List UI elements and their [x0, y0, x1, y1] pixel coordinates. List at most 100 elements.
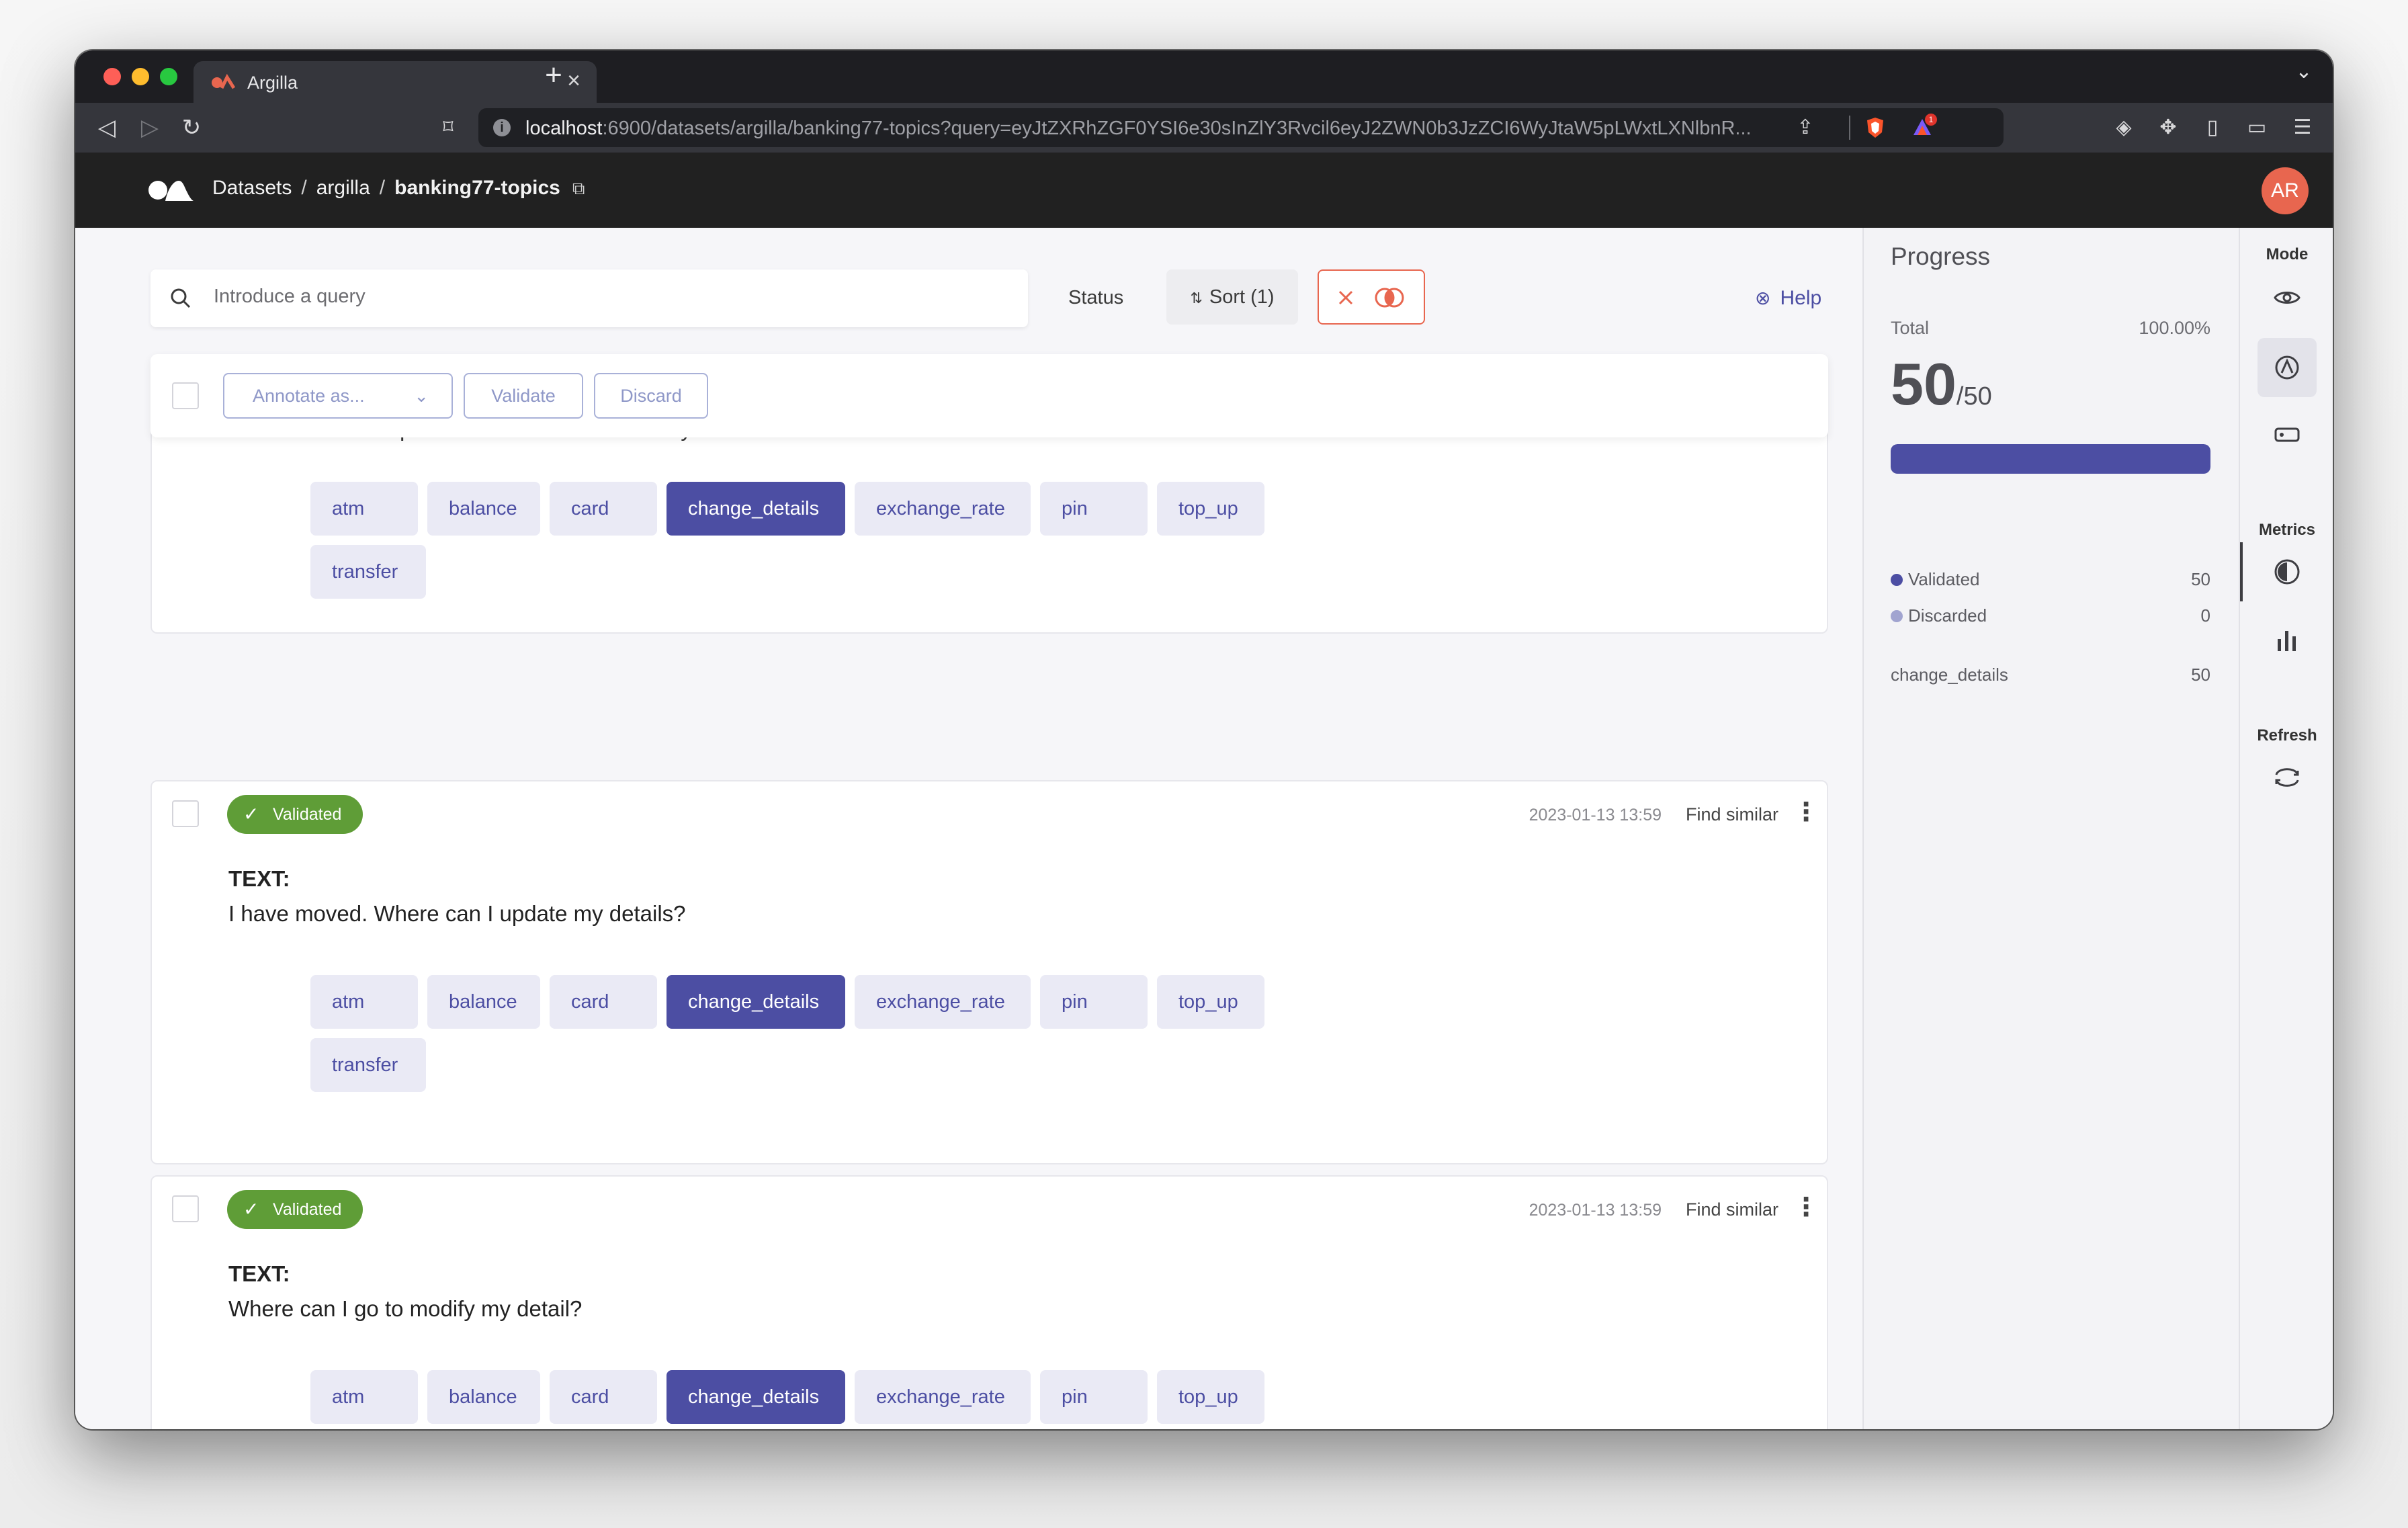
extension-icon[interactable]: ◈ [2107, 111, 2141, 144]
back-button[interactable]: ◁ [89, 110, 125, 146]
help-link[interactable]: ⊗ Help [1755, 287, 1821, 310]
label-chip[interactable]: exchange_rate [855, 482, 1031, 536]
status-badge: ✓ Validated [227, 1190, 363, 1229]
share-icon[interactable]: ⇪ [1789, 111, 1822, 144]
record-checkbox[interactable] [172, 800, 199, 827]
browser-window: Argilla × + ⌄ ◁ ▷ ↻ ⌑ i localhost:6900/d… [75, 50, 2333, 1429]
label-count-row: change_details 50 [1891, 665, 2210, 685]
side-nav: Mode Metrics Refresh [2239, 228, 2333, 1429]
progress-total-label: Total [1891, 318, 1930, 338]
bar-chart-icon [2278, 631, 2296, 651]
label-chip[interactable]: exchange_rate [855, 1370, 1031, 1424]
check-icon: ✓ [243, 1199, 259, 1220]
label-mode-button[interactable] [2258, 405, 2317, 464]
label-chip[interactable]: top_up [1157, 482, 1264, 536]
breadcrumb-datasets[interactable]: Datasets [212, 177, 292, 200]
zoom-window-button[interactable] [160, 68, 177, 85]
discard-button[interactable]: Discard [594, 373, 708, 419]
more-options-icon[interactable]: ⋮ [1793, 1194, 1819, 1224]
label-chip[interactable]: balance [427, 482, 540, 536]
label-chip-selected[interactable]: change_details [666, 975, 845, 1029]
explore-mode-button[interactable] [2258, 268, 2317, 327]
url-text[interactable]: localhost:6900/datasets/argilla/banking7… [525, 118, 1775, 140]
label-chip[interactable]: card [550, 1370, 657, 1424]
label-chip[interactable]: atm [310, 482, 418, 536]
label-chip[interactable]: transfer [310, 545, 426, 599]
help-icon: ⊗ [1755, 288, 1771, 308]
reload-button[interactable]: ↻ [173, 110, 210, 146]
label-chip[interactable]: atm [310, 975, 418, 1029]
address-bar[interactable]: i localhost:6900/datasets/argilla/bankin… [478, 108, 2004, 147]
check-icon: ✓ [243, 804, 259, 824]
clear-filters-button[interactable] [1318, 269, 1425, 325]
close-icon [1338, 290, 1353, 305]
label-chip[interactable]: pin [1040, 1370, 1148, 1424]
status-filter[interactable]: Status [1068, 287, 1123, 309]
search-icon [171, 288, 191, 308]
argilla-favicon-icon [212, 73, 235, 89]
new-tab-button[interactable]: + [533, 58, 574, 92]
menu-icon[interactable]: ☰ [2286, 111, 2319, 144]
breadcrumb: Datasets / argilla / banking77-topics ⧉ [212, 177, 585, 200]
close-window-button[interactable] [103, 68, 121, 85]
validated-row: Validated 50 [1891, 569, 2210, 590]
tab-strip: Argilla × + ⌄ [75, 50, 2333, 103]
minimize-window-button[interactable] [132, 68, 149, 85]
label-chip[interactable]: top_up [1157, 975, 1264, 1029]
sidebar-icon[interactable]: ▯ [2196, 111, 2229, 144]
bookmark-icon[interactable]: ⌑ [430, 110, 466, 146]
argilla-logo-icon[interactable] [148, 177, 194, 204]
field-label: TEXT: [228, 1261, 290, 1286]
label-chip[interactable]: top_up [1157, 1370, 1264, 1424]
progress-metrics-button[interactable] [2258, 542, 2317, 601]
label-chip[interactable]: card [550, 975, 657, 1029]
site-info-icon[interactable]: i [493, 119, 511, 136]
annotate-as-dropdown[interactable]: Annotate as... ⌄ [223, 373, 453, 419]
annotate-mode-button[interactable] [2258, 338, 2317, 397]
browser-toolbar: ◁ ▷ ↻ ⌑ i localhost:6900/datasets/argill… [75, 103, 2333, 153]
puzzle-icon[interactable]: ✥ [2151, 111, 2185, 144]
sort-button[interactable]: ⇅ Sort (1) [1166, 269, 1298, 325]
refresh-button[interactable] [2258, 748, 2317, 807]
brave-shield-icon[interactable] [1858, 111, 1892, 144]
status-badge: ✓ Validated [227, 795, 363, 834]
user-avatar[interactable]: AR [2262, 167, 2309, 214]
tab-title: Argilla [247, 73, 298, 93]
progress-count: 50/50 [1891, 351, 1992, 417]
label-chip-selected[interactable]: change_details [666, 482, 845, 536]
select-all-checkbox[interactable] [172, 382, 199, 409]
more-options-icon[interactable]: ⋮ [1793, 799, 1819, 829]
wallet-icon[interactable]: ▭ [2240, 111, 2274, 144]
bulk-actions-bar: Annotate as... ⌄ Validate Discard [150, 354, 1828, 437]
label-chip[interactable]: transfer [310, 1038, 426, 1092]
search-input[interactable] [214, 286, 1006, 308]
mode-label: Mode [2266, 245, 2309, 263]
validate-button[interactable]: Validate [464, 373, 583, 419]
progress-title: Progress [1891, 243, 1991, 270]
label-chip[interactable]: pin [1040, 975, 1148, 1029]
sort-icon: ⇅ [1190, 290, 1203, 306]
record-text: Where can I go to modify my detail? [228, 1296, 583, 1321]
label-chip[interactable]: balance [427, 975, 540, 1029]
record-card: I need to edit the personal details sect… [150, 408, 1828, 634]
tab-list-chevron-icon[interactable]: ⌄ [2287, 60, 2321, 83]
label-chip[interactable]: card [550, 482, 657, 536]
record-text: I have moved. Where can I update my deta… [228, 901, 686, 926]
search-box[interactable] [150, 269, 1028, 327]
forward-button[interactable]: ▷ [132, 110, 168, 146]
label-chip[interactable]: pin [1040, 482, 1148, 536]
record-checkbox[interactable] [172, 1195, 199, 1222]
find-similar-button[interactable]: Find similar [1686, 1199, 1778, 1220]
label-chip[interactable]: balance [427, 1370, 540, 1424]
label-chip[interactable]: exchange_rate [855, 975, 1031, 1029]
breadcrumb-argilla[interactable]: argilla [316, 177, 370, 200]
label-chip[interactable]: atm [310, 1370, 418, 1424]
stats-metrics-button[interactable] [2258, 611, 2317, 670]
refresh-label: Refresh [2257, 726, 2317, 745]
refresh-icon [2275, 768, 2299, 787]
record-card: ✓ Validated 2023-01-13 13:59 Find similar… [150, 780, 1828, 1164]
label-chip-selected[interactable]: change_details [666, 1370, 845, 1424]
copy-icon[interactable]: ⧉ [572, 178, 585, 200]
brave-rewards-icon[interactable]: 1 [1905, 111, 1939, 144]
find-similar-button[interactable]: Find similar [1686, 804, 1778, 825]
